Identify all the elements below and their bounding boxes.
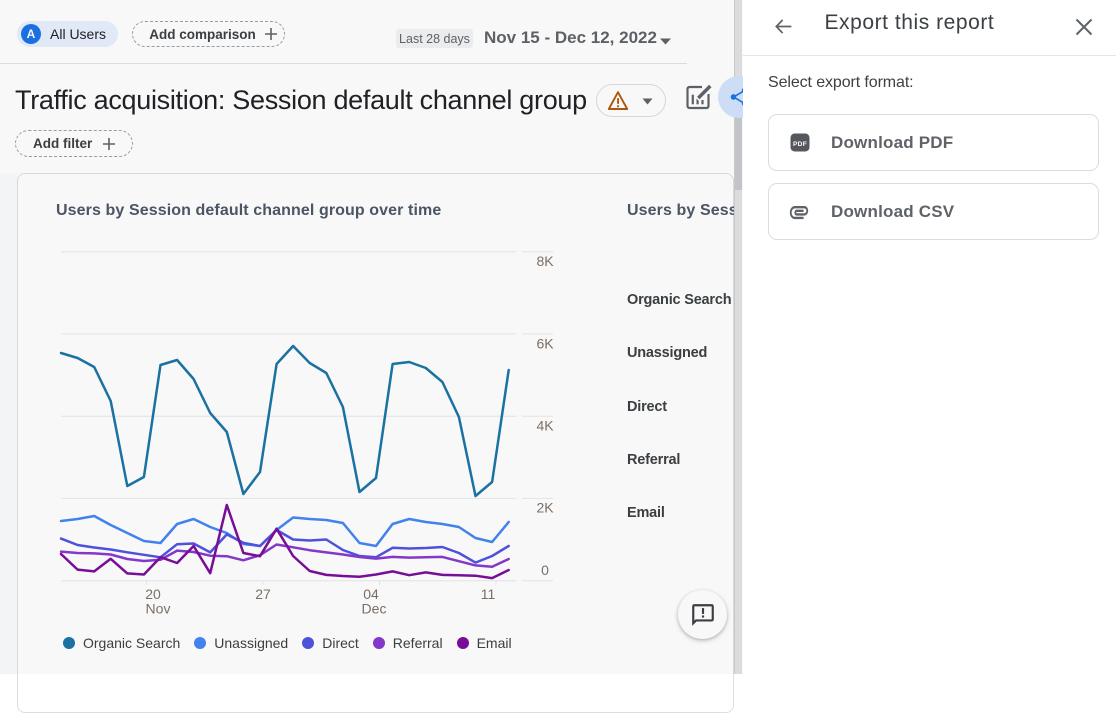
svg-text:PDF: PDF [793, 141, 807, 148]
svg-text:6K: 6K [536, 336, 554, 352]
svg-text:4K: 4K [536, 418, 554, 434]
svg-text:Nov: Nov [146, 601, 171, 617]
svg-text:2K: 2K [536, 500, 554, 516]
svg-text:0: 0 [541, 562, 549, 578]
svg-text:11: 11 [481, 586, 496, 602]
svg-text:27: 27 [255, 586, 271, 602]
svg-text:8K: 8K [536, 253, 554, 269]
svg-text:Dec: Dec [362, 601, 387, 617]
